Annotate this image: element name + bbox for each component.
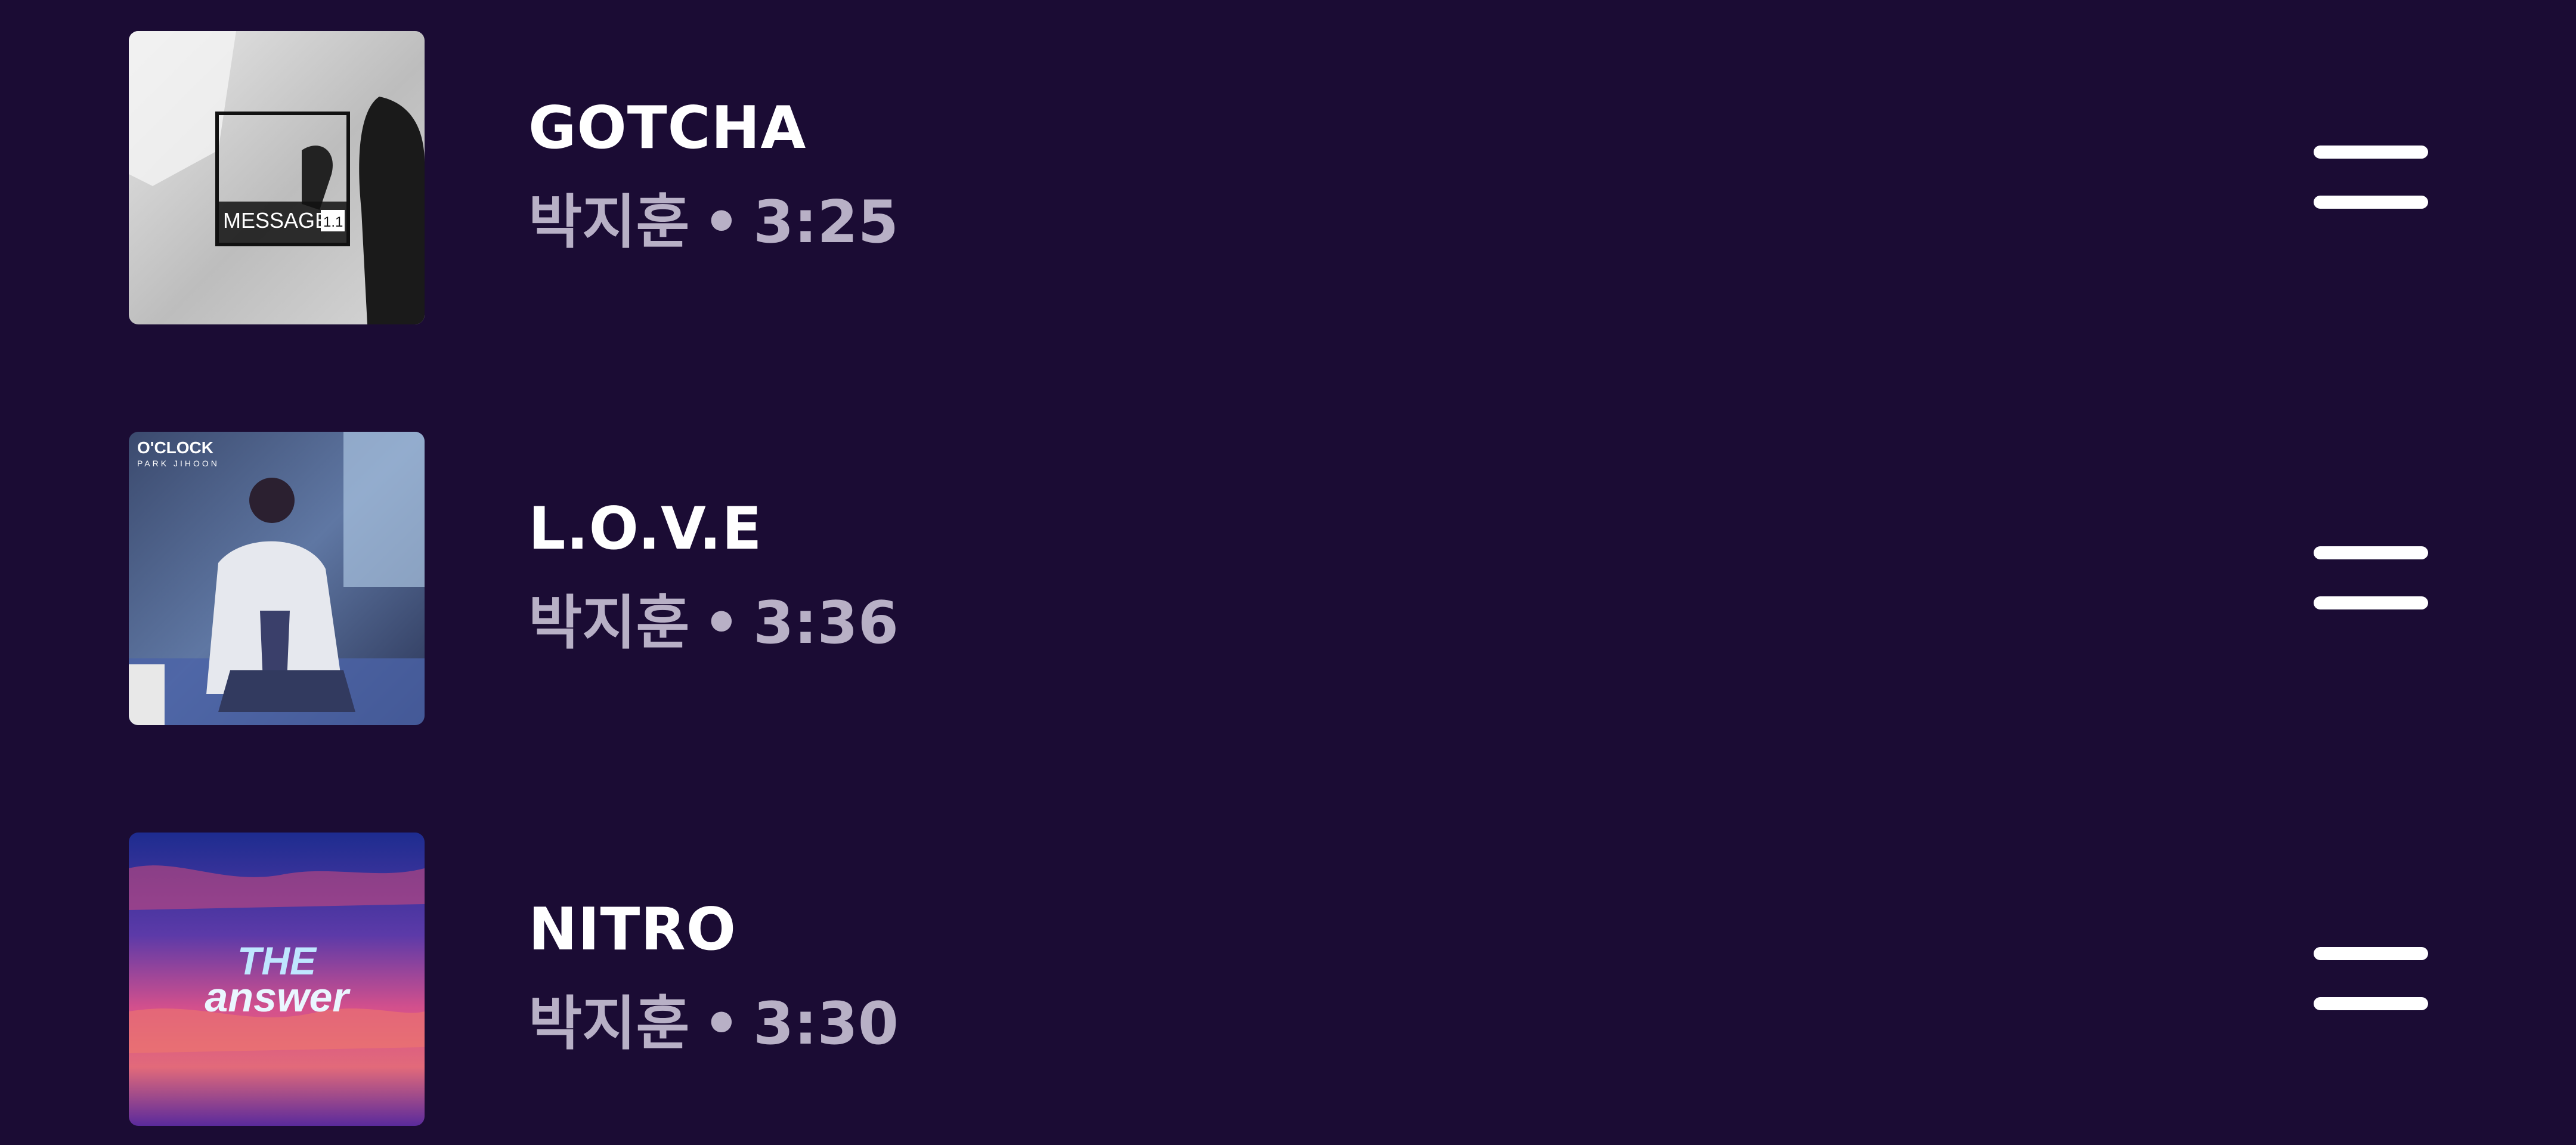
svg-text:answer: answer xyxy=(205,974,351,1020)
svg-text:O'CLOCK: O'CLOCK xyxy=(137,438,213,457)
track-duration: 3:36 xyxy=(753,589,899,657)
track-title: GOTCHA xyxy=(528,94,807,162)
track-title: NITRO xyxy=(528,896,737,964)
track-row[interactable]: THE answer NITRO 박지훈 • 3:30 xyxy=(0,833,2576,1128)
track-artist: 박지훈 xyxy=(528,589,690,657)
track-row[interactable]: O'CLOCK PARK JIHOON L.O.V.E 박지훈 • 3:36 xyxy=(0,432,2576,728)
drag-handle-icon[interactable] xyxy=(2314,546,2428,613)
handle-line xyxy=(2314,146,2428,159)
meta-separator: • xyxy=(702,990,741,1058)
svg-text:1.1: 1.1 xyxy=(323,214,343,230)
track-duration: 3:25 xyxy=(753,188,899,256)
handle-line xyxy=(2314,997,2428,1010)
track-meta: 박지훈 • 3:25 xyxy=(528,193,899,252)
drag-handle-icon[interactable] xyxy=(2314,146,2428,212)
track-duration: 3:30 xyxy=(753,990,899,1058)
svg-text:PARK JIHOON: PARK JIHOON xyxy=(137,459,219,468)
handle-line xyxy=(2314,596,2428,609)
track-list: MESSAGE 1.1 GOTCHA 박지훈 • 3:25 O'CLOCK PA… xyxy=(0,0,2576,1145)
track-meta: 박지훈 • 3:36 xyxy=(528,594,899,652)
track-artist: 박지훈 xyxy=(528,188,690,256)
track-row[interactable]: MESSAGE 1.1 GOTCHA 박지훈 • 3:25 xyxy=(0,31,2576,327)
track-title: L.O.V.E xyxy=(528,495,763,563)
svg-text:MESSAGE: MESSAGE xyxy=(223,208,329,233)
track-artist: 박지훈 xyxy=(528,990,690,1058)
handle-line xyxy=(2314,196,2428,209)
drag-handle-icon[interactable] xyxy=(2314,947,2428,1014)
album-art: MESSAGE 1.1 xyxy=(129,31,425,324)
handle-line xyxy=(2314,546,2428,559)
handle-line xyxy=(2314,947,2428,960)
album-art: THE answer xyxy=(129,833,425,1126)
meta-separator: • xyxy=(702,589,741,657)
meta-separator: • xyxy=(702,188,741,256)
album-art: O'CLOCK PARK JIHOON xyxy=(129,432,425,725)
track-meta: 박지훈 • 3:30 xyxy=(528,995,899,1053)
